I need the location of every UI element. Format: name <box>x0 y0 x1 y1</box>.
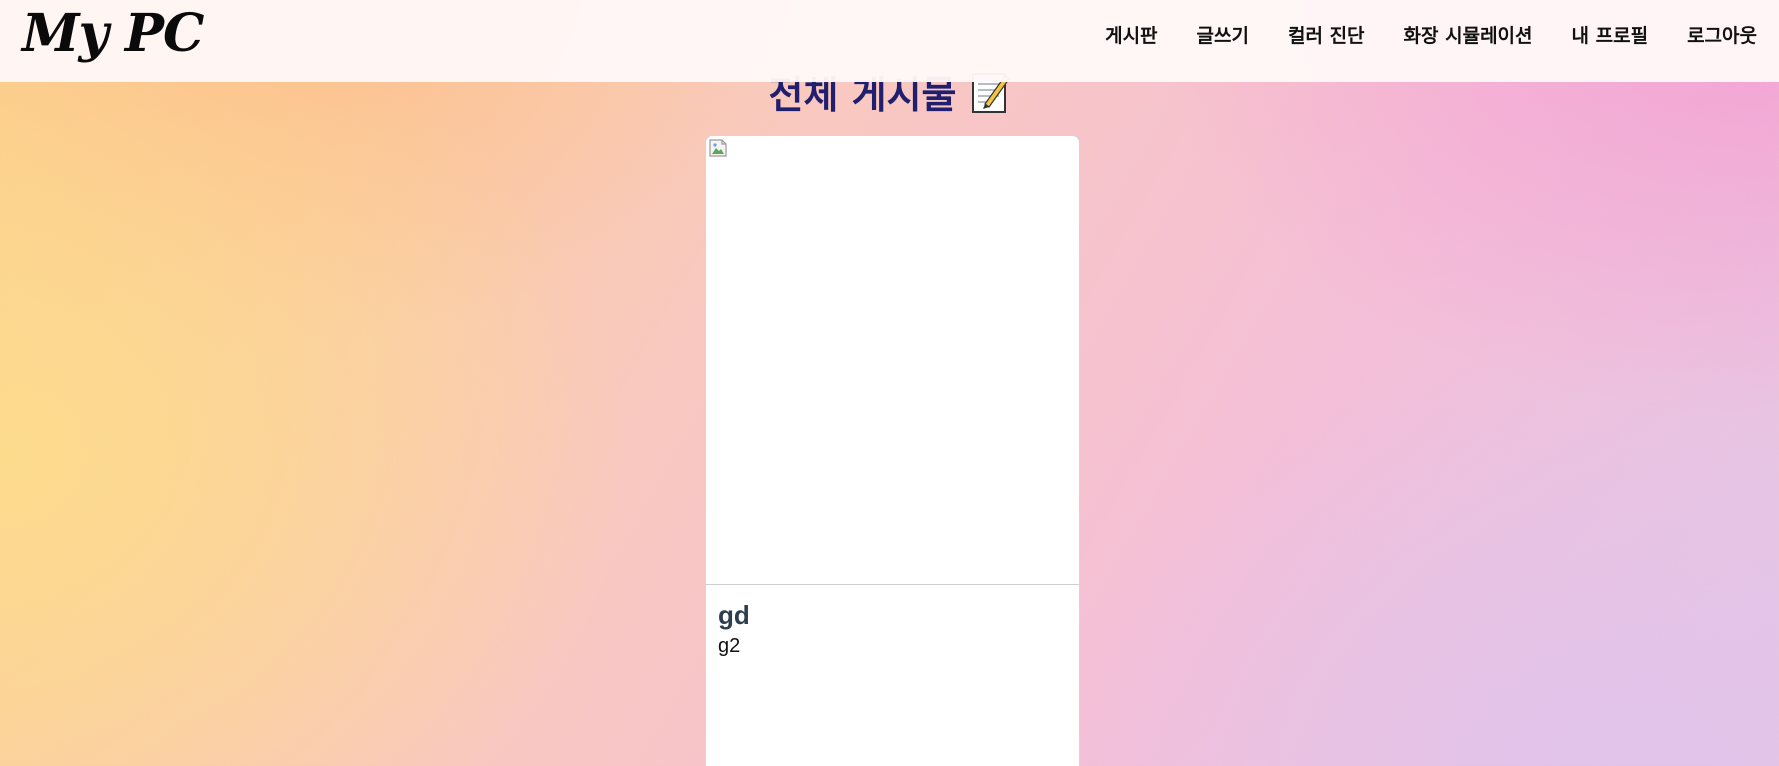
post-card-body: gd g2 <box>706 585 1079 673</box>
nav-item-color-diagnosis[interactable]: 컬러 진단 <box>1288 21 1365 48</box>
post-content: g2 <box>718 635 741 658</box>
post-card[interactable]: gd g2 <box>705 135 1080 766</box>
nav-item-logout[interactable]: 로그아웃 <box>1687 21 1757 48</box>
site-logo[interactable]: My PC <box>22 8 204 60</box>
top-navbar: My PC 게시판 글쓰기 컬러 진단 화장 시뮬레이션 내 프로필 로그아웃 <box>0 0 1779 82</box>
post-title[interactable]: gd <box>718 600 1067 631</box>
post-image <box>706 136 1079 585</box>
nav-item-write[interactable]: 글쓰기 <box>1197 21 1249 48</box>
nav-item-makeup-simulation[interactable]: 화장 시뮬레이션 <box>1404 21 1533 48</box>
nav-item-board[interactable]: 게시판 <box>1105 21 1157 48</box>
broken-image-icon <box>708 138 728 158</box>
main-nav: 게시판 글쓰기 컬러 진단 화장 시뮬레이션 내 프로필 로그아웃 <box>1066 21 1757 48</box>
nav-item-my-profile[interactable]: 내 프로필 <box>1572 21 1649 48</box>
